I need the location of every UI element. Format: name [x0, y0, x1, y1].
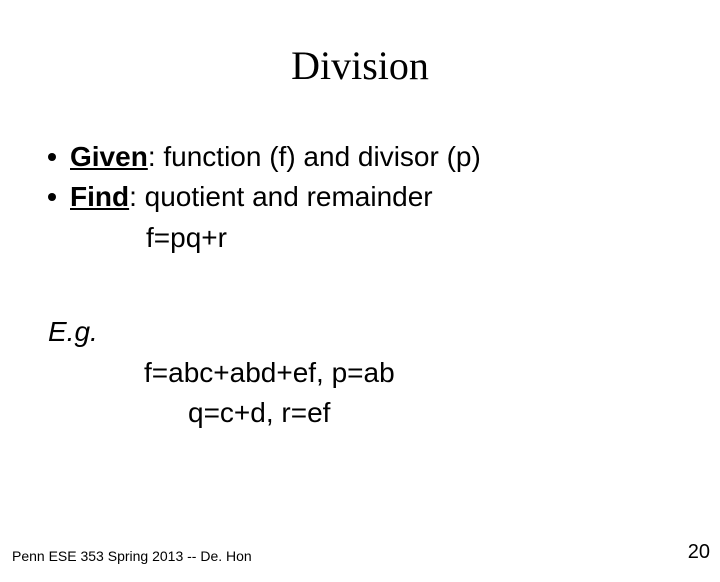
bullet-given-text: Given: function (f) and divisor (p)	[70, 139, 481, 175]
given-rest: : function (f) and divisor (p)	[148, 141, 481, 172]
bullet-find: Find: quotient and remainder	[48, 179, 680, 215]
equation-main: f=pq+r	[48, 220, 680, 256]
slide-content: Given: function (f) and divisor (p) Find…	[0, 139, 720, 431]
given-label: Given	[70, 141, 148, 172]
find-rest: : quotient and remainder	[129, 181, 433, 212]
equation-example-2: q=c+d, r=ef	[48, 395, 680, 431]
equation-example-1: f=abc+abd+ef, p=ab	[48, 355, 680, 391]
slide-title: Division	[0, 42, 720, 89]
example-label: E.g.	[48, 314, 680, 350]
footer-text: Penn ESE 353 Spring 2013 -- De. Hon	[12, 548, 252, 564]
slide: Division Given: function (f) and divisor…	[0, 42, 720, 582]
bullet-dot-icon	[48, 153, 56, 161]
bullet-given: Given: function (f) and divisor (p)	[48, 139, 680, 175]
find-label: Find	[70, 181, 129, 212]
page-number: 20	[688, 541, 710, 564]
bullet-find-text: Find: quotient and remainder	[70, 179, 433, 215]
bullet-dot-icon	[48, 193, 56, 201]
